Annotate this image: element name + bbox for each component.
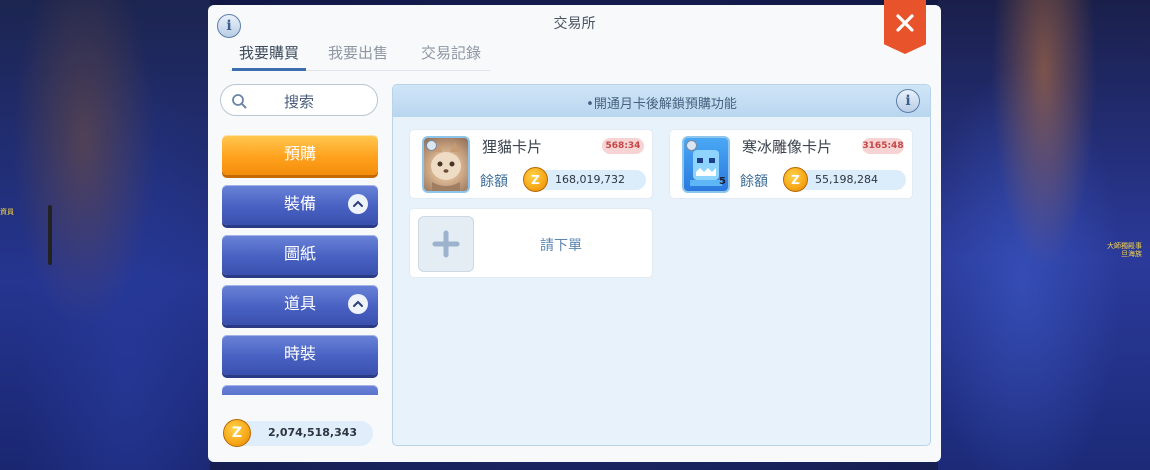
npc-name-line: 旦海族 xyxy=(1121,250,1142,259)
tab-history[interactable]: 交易記錄 xyxy=(421,41,481,71)
search-button[interactable]: 搜索 xyxy=(220,84,378,116)
category-label: 裝備 xyxy=(283,194,316,213)
background-slider xyxy=(48,205,52,265)
chevron-up-icon[interactable] xyxy=(348,194,368,214)
add-order-button[interactable] xyxy=(418,216,474,272)
info-icon[interactable]: i xyxy=(896,89,920,113)
panel-title: 交易所 xyxy=(553,16,596,32)
price-label: 餘額 xyxy=(480,174,508,190)
listing-card[interactable]: 狸貓卡片 568:34 餘額 Z 168,019,732 xyxy=(409,129,653,199)
price-value: 55,198,284 xyxy=(815,173,878,186)
countdown-timer: 568:34 xyxy=(602,138,644,154)
game-background-right xyxy=(938,0,1150,470)
raccoon-card-icon xyxy=(422,136,470,193)
exchange-panel: i 交易所 我要購買 我要出售 交易記錄 搜索 預購 裝備 圖紙 道具 時裝 Z… xyxy=(208,0,941,462)
balance-value: 2,074,518,343 xyxy=(268,426,358,439)
close-button[interactable] xyxy=(884,0,926,54)
item-name: 狸貓卡片 xyxy=(482,138,543,156)
price-label: 餘額 xyxy=(740,174,768,190)
zeny-coin-icon: Z xyxy=(223,419,251,447)
tab-buy[interactable]: 我要購買 xyxy=(232,41,306,71)
zeny-coin-icon: Z xyxy=(523,167,548,192)
background-npc-label: 資員 xyxy=(0,208,14,216)
ice-statue-card-icon: 5 xyxy=(682,136,730,193)
countdown-timer: 3165:48 xyxy=(862,138,904,154)
notice-text: •開通月卡後解鎖預購功能 xyxy=(586,97,737,112)
close-icon xyxy=(896,14,914,32)
background-npc-label-right: 大師獨殿事 旦海族 xyxy=(1107,242,1142,259)
chevron-up-icon[interactable] xyxy=(348,294,368,314)
plus-icon xyxy=(432,230,460,258)
tab-sell[interactable]: 我要出售 xyxy=(328,41,388,71)
item-quantity: 5 xyxy=(719,176,726,187)
zeny-coin-icon: Z xyxy=(783,167,808,192)
listing-area: •開通月卡後解鎖預購功能 i 狸貓卡片 568:34 餘額 Z 168,019,… xyxy=(392,84,931,446)
place-order-label: 請下單 xyxy=(540,238,582,254)
currency-balance: Z 2,074,518,343 xyxy=(223,419,373,447)
notice-bar: •開通月卡後解鎖預購功能 i xyxy=(393,85,930,117)
search-label: 搜索 xyxy=(283,93,314,111)
category-label: 道具 xyxy=(283,294,316,313)
price-pill: Z 168,019,732 xyxy=(523,167,646,192)
card-badge-icon xyxy=(426,140,437,151)
tab-bar: 我要購買 我要出售 交易記錄 xyxy=(230,41,490,71)
category-preorder[interactable]: 預購 xyxy=(222,135,378,175)
category-blueprint[interactable]: 圖紙 xyxy=(222,235,378,275)
place-order-card[interactable]: 請下單 xyxy=(409,208,653,278)
category-fashion[interactable]: 時裝 xyxy=(222,335,378,375)
category-more[interactable] xyxy=(222,385,378,395)
card-badge-icon xyxy=(686,140,697,151)
price-value: 168,019,732 xyxy=(555,173,625,186)
category-equipment[interactable]: 裝備 xyxy=(222,185,378,225)
category-list[interactable]: 預購 裝備 圖紙 道具 時裝 xyxy=(222,133,378,395)
price-pill: Z 55,198,284 xyxy=(783,167,906,192)
listing-card[interactable]: 5 寒冰雕像卡片 3165:48 餘額 Z 55,198,284 xyxy=(669,129,913,199)
category-items[interactable]: 道具 xyxy=(222,285,378,325)
game-background-left xyxy=(0,0,210,470)
item-name: 寒冰雕像卡片 xyxy=(742,138,833,156)
